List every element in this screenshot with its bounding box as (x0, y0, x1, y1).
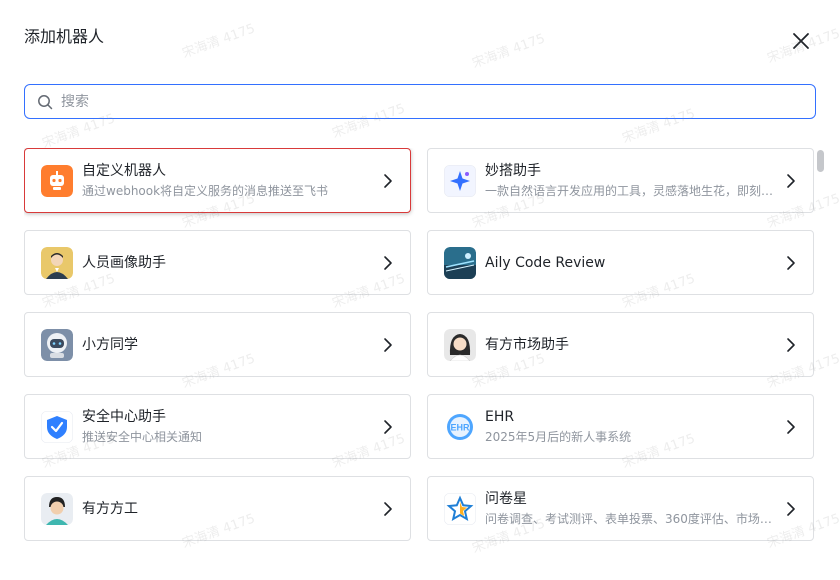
robot-name: 人员画像助手 (82, 254, 166, 271)
robot-card[interactable]: 安全中心助手推送安全中心相关通知 (24, 394, 411, 459)
robot-list: 自定义机器人通过webhook将自定义服务的消息推送至飞书 妙搭助手一款自然语言开… (24, 148, 816, 558)
shield-icon (41, 410, 73, 443)
code-review-icon (444, 246, 476, 279)
robot-name: 自定义机器人 (82, 163, 166, 179)
scrollbar-thumb[interactable] (817, 150, 824, 172)
robot-name: 妙搭助手 (485, 163, 541, 179)
chevron-right-icon (787, 255, 795, 270)
card-chevron (783, 419, 799, 435)
chevron-right-icon (384, 501, 392, 516)
search-input[interactable] (61, 85, 815, 118)
robot-name: 有方方工 (82, 500, 138, 517)
robot-card[interactable]: 妙搭助手一款自然语言开发应用的工具，灵感落地生花，即刻上线 (427, 148, 814, 213)
star-icon (444, 492, 476, 525)
ehr-icon: EHR (444, 410, 476, 443)
robot-text: EHR 2025年5月后的新人事系统 (485, 407, 775, 446)
chevron-right-icon (787, 501, 795, 516)
svg-text:EHR: EHR (450, 422, 470, 432)
card-chevron (783, 337, 799, 353)
robot-text: 人员画像助手 (82, 253, 372, 273)
robot-text: 问卷星问卷调查、考试测评、表单投票、360度评估、市场调研 (485, 489, 775, 528)
dialog-title: 添加机器人 (24, 27, 105, 46)
robot-description: 通过webhook将自定义服务的消息推送至飞书 (82, 184, 329, 198)
chevron-right-icon (384, 173, 392, 188)
robot-description: 2025年5月后的新人事系统 (485, 430, 632, 444)
sparkle-icon (444, 164, 476, 197)
robot-text: 妙搭助手一款自然语言开发应用的工具，灵感落地生花，即刻上线 (485, 161, 775, 200)
close-button[interactable] (788, 28, 814, 54)
chevron-right-icon (787, 173, 795, 188)
robot-card[interactable]: 问卷星问卷调查、考试测评、表单投票、360度评估、市场调研 (427, 476, 814, 541)
robot-description: 问卷调查、考试测评、表单投票、360度评估、市场调研 (485, 512, 775, 526)
robot-card[interactable]: 有方市场助手 (427, 312, 814, 377)
robot-name: EHR (485, 409, 515, 425)
card-chevron (783, 501, 799, 517)
woman-avatar-icon (444, 328, 476, 361)
robot-text: Aily Code Review (485, 253, 775, 273)
robot-text: 小方同学 (82, 335, 372, 355)
robot-name: 问卷星 (485, 491, 527, 507)
card-chevron (380, 337, 396, 353)
robot-name: 小方同学 (82, 336, 138, 353)
chevron-right-icon (787, 419, 795, 434)
robot-text: 安全中心助手推送安全中心相关通知 (82, 407, 372, 446)
chevron-right-icon (384, 419, 392, 434)
robot-description: 一款自然语言开发应用的工具，灵感落地生花，即刻上线 (485, 184, 775, 198)
robot-name: 有方市场助手 (485, 336, 569, 353)
add-robot-dialog: 添加机器人 自定义机器人通过webhook将自定义服务的消息推送至飞书 妙搭助手一… (0, 0, 840, 580)
robot-card[interactable]: 自定义机器人通过webhook将自定义服务的消息推送至飞书 (24, 148, 411, 213)
chevron-right-icon (384, 337, 392, 352)
card-chevron (783, 173, 799, 189)
robot-text: 有方市场助手 (485, 335, 775, 355)
search-icon (38, 94, 53, 109)
robot-name: 安全中心助手 (82, 409, 166, 425)
robot-name: Aily Code Review (485, 254, 606, 271)
astronaut-avatar-icon (41, 328, 73, 361)
card-chevron (380, 255, 396, 271)
robot-card[interactable]: 人员画像助手 (24, 230, 411, 295)
person-avatar-icon (41, 246, 73, 279)
robot-card[interactable]: 有方方工 (24, 476, 411, 541)
robot-text: 自定义机器人通过webhook将自定义服务的消息推送至飞书 (82, 161, 372, 200)
robot-card[interactable]: EHR EHR 2025年5月后的新人事系统 (427, 394, 814, 459)
search-box[interactable] (24, 84, 816, 119)
robot-card[interactable]: 小方同学 (24, 312, 411, 377)
card-chevron (380, 501, 396, 517)
man-avatar-icon (41, 492, 73, 525)
robot-card[interactable]: Aily Code Review (427, 230, 814, 295)
chevron-right-icon (384, 255, 392, 270)
robot-text: 有方方工 (82, 499, 372, 519)
robot-description: 推送安全中心相关通知 (82, 430, 203, 444)
card-chevron (783, 255, 799, 271)
close-icon (793, 33, 809, 49)
chevron-right-icon (787, 337, 795, 352)
card-chevron (380, 173, 396, 189)
robot-icon (41, 164, 73, 197)
card-chevron (380, 419, 396, 435)
